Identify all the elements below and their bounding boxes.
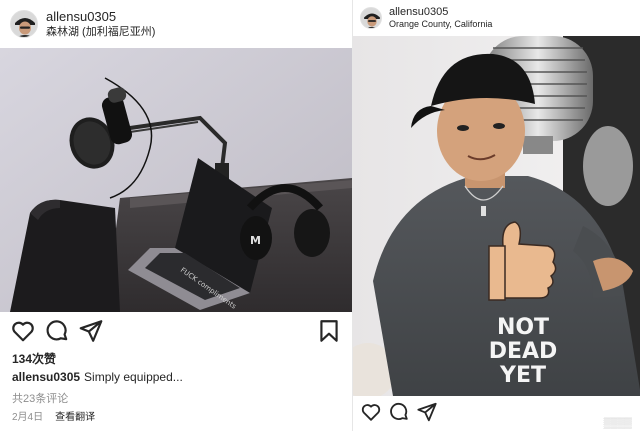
bookmark-icon[interactable] [316, 318, 342, 344]
right-post: allensu0305 Orange County, California NO… [352, 0, 640, 431]
caption: allensu0305 Simply equipped... [12, 370, 183, 384]
post-header: allensu0305 Orange County, California [353, 0, 640, 36]
caption-text: Simply equipped... [84, 370, 183, 384]
avatar[interactable] [360, 7, 382, 29]
action-bar [360, 401, 633, 423]
paper-plane-icon[interactable] [416, 401, 438, 423]
shirt-text-line-2: DEAD [489, 339, 558, 364]
location-label[interactable]: 森林湖 (加利福尼亚州) [46, 25, 155, 39]
headphone-logo: M [250, 234, 261, 247]
heart-icon[interactable] [360, 401, 382, 423]
shirt-text-line-1: NOT [497, 315, 549, 340]
translate-link[interactable]: 查看翻译 [55, 408, 95, 423]
username[interactable]: allensu0305 [46, 9, 155, 25]
header-text: allensu0305 Orange County, California [389, 6, 492, 30]
like-count[interactable]: 134次赞 [12, 350, 56, 367]
post-header: allensu0305 森林湖 (加利福尼亚州) [0, 0, 352, 48]
avatar[interactable] [10, 10, 38, 38]
comment-icon[interactable] [388, 401, 410, 423]
post-date: 2月4日 [12, 412, 44, 423]
caption-username[interactable]: allensu0305 [12, 370, 80, 384]
shirt-text-line-3: YET [499, 363, 546, 388]
comment-icon[interactable] [44, 318, 70, 344]
post-meta: 2月4日 查看翻译 [12, 408, 95, 423]
view-comments-link[interactable]: 共23条评论 [12, 390, 68, 406]
location-label[interactable]: Orange County, California [389, 19, 492, 30]
action-bar [10, 318, 342, 344]
post-photo[interactable]: NOT DEAD YET [353, 36, 640, 396]
heart-icon[interactable] [10, 318, 36, 344]
watermark: ▒▒▒▒ [603, 418, 632, 429]
paper-plane-icon[interactable] [78, 318, 104, 344]
header-text: allensu0305 森林湖 (加利福尼亚州) [46, 9, 155, 39]
post-photo[interactable]: FUCK compliments M [0, 48, 352, 312]
left-post: allensu0305 森林湖 (加利福尼亚州) FUCK compliment… [0, 0, 352, 431]
username[interactable]: allensu0305 [389, 6, 492, 19]
